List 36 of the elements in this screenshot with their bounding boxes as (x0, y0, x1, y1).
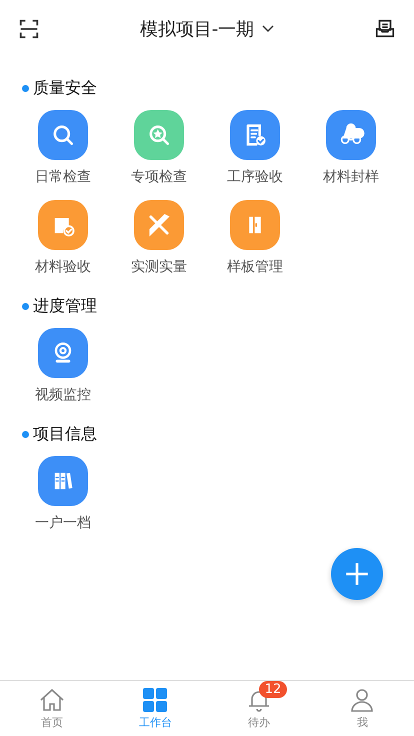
app-label: 样板管理 (227, 258, 283, 276)
app-label: 一户一档 (35, 514, 91, 532)
add-button[interactable] (331, 548, 383, 600)
plus-icon (344, 561, 370, 587)
bullet-dot (22, 302, 29, 310)
chevron-down-icon (262, 25, 274, 33)
section-title: 进度管理 (33, 296, 97, 316)
scan-icon[interactable] (18, 18, 40, 40)
tab-item[interactable]: 12 待办 (207, 681, 310, 736)
grid-icon (143, 688, 168, 712)
project-selector[interactable]: 模拟项目-一期 (140, 17, 274, 41)
door-app-icon[interactable] (230, 200, 280, 250)
person-icon (350, 688, 374, 712)
app-label: 日常检查 (35, 168, 91, 186)
bullet-dot (22, 430, 29, 438)
app-label: 工序验收 (227, 168, 283, 186)
clipboard-app-icon[interactable] (230, 110, 280, 160)
home-icon (38, 688, 66, 712)
camera-app-icon[interactable] (38, 328, 88, 378)
app-label: 材料封样 (323, 168, 379, 186)
app-label: 视频监控 (35, 386, 91, 404)
section-title: 项目信息 (33, 424, 97, 444)
bullet-dot (22, 84, 29, 92)
section-title: 质量安全 (33, 78, 97, 98)
box-app-icon[interactable] (38, 200, 88, 250)
star-search-app-icon[interactable] (134, 110, 184, 160)
search-app-icon[interactable] (38, 110, 88, 160)
tab-item[interactable]: 首页 (0, 681, 104, 736)
tab-item[interactable]: 工作台 (104, 681, 207, 736)
app-label: 材料验收 (35, 258, 91, 276)
tab-item[interactable]: 我 (310, 681, 414, 736)
inbox-icon[interactable] (374, 18, 396, 40)
count-badge: 12 (258, 681, 288, 698)
app-label: 实测实量 (131, 258, 187, 276)
books-app-icon[interactable] (38, 456, 88, 506)
app-label: 专项检查 (131, 168, 187, 186)
